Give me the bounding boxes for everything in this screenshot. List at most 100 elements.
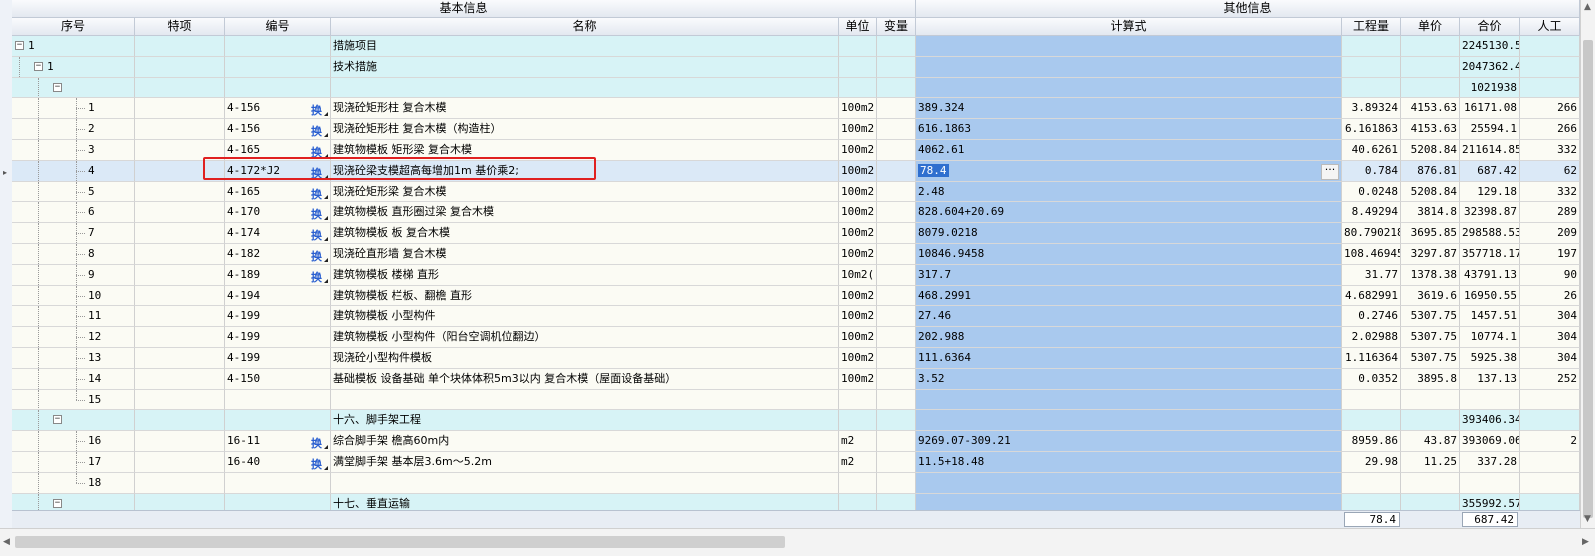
cell-var[interactable] (877, 493, 916, 510)
cell-code[interactable]: 4-182 换 (225, 244, 331, 265)
cell-qty[interactable]: 0.0248 (1342, 181, 1401, 203)
cell-qty[interactable]: 31.77 (1342, 264, 1401, 286)
cell-labor[interactable]: 304 (1520, 348, 1580, 369)
scroll-left-icon[interactable]: ◀ (3, 537, 10, 547)
cell-qty[interactable]: 108.469458 (1342, 244, 1401, 265)
table-row[interactable]: 15 (12, 389, 1580, 411)
cell-seq[interactable]: 15 (12, 389, 135, 411)
cell-labor[interactable]: 332 (1520, 140, 1580, 161)
cell-var[interactable] (877, 36, 916, 57)
cell-price[interactable]: 3297.87 (1401, 244, 1460, 265)
cell-seq[interactable]: 1 (12, 98, 135, 120)
group-row[interactable]: −1 技术措施 2047362.4 (12, 56, 1580, 78)
cell-price[interactable]: 3814.8 (1401, 202, 1460, 224)
cell-total[interactable]: 2047362.4 (1460, 56, 1520, 78)
cell-total[interactable] (1460, 472, 1520, 494)
cell-total[interactable]: 357718.17 (1460, 244, 1520, 265)
cell-calc[interactable]: 468.2991 (916, 285, 1342, 307)
cell-unit[interactable]: 100m2 (839, 181, 877, 203)
cell-price[interactable]: 3895.8 (1401, 368, 1460, 390)
cell-qty[interactable]: 0.2746 (1342, 306, 1401, 328)
cell-var[interactable] (877, 368, 916, 390)
cell-name[interactable]: 建筑物模板 矩形梁 复合木模 (331, 140, 839, 161)
cell-code[interactable]: 4-199 (225, 327, 331, 348)
cell-special[interactable] (135, 348, 225, 369)
cell-price[interactable] (1401, 472, 1460, 494)
swap-icon[interactable]: 换 (311, 185, 322, 202)
cell-labor[interactable] (1520, 77, 1580, 99)
cell-calc[interactable]: 3.52 (916, 368, 1342, 390)
table-row[interactable]: 8 4-182 换现浇砼直形墙 复合木模 100m2 10846.9458 108.469… (12, 244, 1580, 265)
column-header-var[interactable]: 变量 (877, 18, 916, 36)
cell-labor[interactable]: 266 (1520, 119, 1580, 140)
cell-qty[interactable] (1342, 472, 1401, 494)
column-header-price[interactable]: 单价 (1401, 18, 1460, 36)
cell-unit[interactable] (839, 77, 877, 99)
cell-labor[interactable]: 26 (1520, 285, 1580, 307)
cell-seq[interactable]: 3 (12, 140, 135, 161)
cell-name[interactable]: 现浇砼矩形梁 复合木模 (331, 181, 839, 203)
cell-special[interactable] (135, 77, 225, 99)
cell-qty[interactable]: 8959.86 (1342, 431, 1401, 452)
table-row[interactable]: 16 16-11 换综合脚手架 檐高60m内 m2 9269.07-309.21 8959… (12, 431, 1580, 452)
column-header-total[interactable]: 合价 (1460, 18, 1520, 36)
scroll-down-icon[interactable]: ▼ (1584, 514, 1591, 524)
cell-total[interactable]: 137.13 (1460, 368, 1520, 390)
cell-special[interactable] (135, 306, 225, 328)
cell-unit[interactable] (839, 472, 877, 494)
cell-calc[interactable]: 27.46 (916, 306, 1342, 328)
column-header-calc[interactable]: 计算式 (916, 18, 1342, 36)
swap-icon[interactable]: 换 (311, 247, 322, 264)
cell-special[interactable] (135, 285, 225, 307)
cell-qty[interactable]: 6.161863 (1342, 119, 1401, 140)
cell-unit[interactable]: 100m2 (839, 223, 877, 244)
cell-labor[interactable]: 197 (1520, 244, 1580, 265)
swap-icon[interactable]: 换 (311, 434, 322, 451)
cell-qty[interactable]: 29.98 (1342, 452, 1401, 473)
cell-var[interactable] (877, 348, 916, 369)
cell-seq[interactable]: −1 (12, 56, 135, 78)
cell-code[interactable]: 16-40 换 (225, 452, 331, 473)
cell-seq[interactable]: 2 (12, 119, 135, 140)
cell-name[interactable] (331, 77, 839, 99)
cell-special[interactable] (135, 56, 225, 78)
cell-price[interactable]: 5307.75 (1401, 348, 1460, 369)
cell-code[interactable]: 4-189 换 (225, 264, 331, 286)
cell-seq[interactable]: 17 (12, 452, 135, 473)
cell-name[interactable]: 现浇砼矩形柱 复合木模 (331, 98, 839, 120)
cell-qty[interactable]: 4.682991 (1342, 285, 1401, 307)
cell-code[interactable] (225, 493, 331, 510)
cell-name[interactable]: 现浇砼梁支模超高每增加1m 基价乘2; (331, 160, 839, 182)
cell-seq[interactable]: 11 (12, 306, 135, 328)
cell-qty[interactable] (1342, 77, 1401, 99)
horizontal-scrollbar[interactable]: ◀ ▶ (0, 528, 1595, 556)
column-header-seq[interactable]: 序号 (12, 18, 135, 36)
cell-seq[interactable]: 10 (12, 285, 135, 307)
cell-qty[interactable] (1342, 56, 1401, 78)
cell-labor[interactable] (1520, 36, 1580, 57)
cell-price[interactable]: 5307.75 (1401, 327, 1460, 348)
cell-total[interactable]: 393069.06 (1460, 431, 1520, 452)
cell-price[interactable]: 5208.84 (1401, 181, 1460, 203)
cell-labor[interactable]: 62 (1520, 160, 1580, 182)
cell-price[interactable]: 4153.63 (1401, 119, 1460, 140)
table-row[interactable]: 10 4-194 建筑物模板 栏板、翻檐 直形 100m2 468.2991 4.6829… (12, 285, 1580, 307)
cell-seq[interactable]: −1 (12, 36, 135, 57)
cell-name[interactable]: 现浇砼小型构件模板 (331, 348, 839, 369)
cell-seq[interactable]: 14 (12, 368, 135, 390)
cell-calc[interactable]: 317.7 (916, 264, 1342, 286)
cell-unit[interactable]: 100m2 (839, 244, 877, 265)
data-grid[interactable]: 基本信息 其他信息 序号 特项 编号 名称 单位 变量 计算式 工程量 单价 合价 人工 −1 措施项目 22… (12, 0, 1580, 510)
cell-special[interactable] (135, 98, 225, 120)
cell-unit[interactable]: 100m2 (839, 202, 877, 224)
cell-code[interactable] (225, 410, 331, 432)
table-row[interactable]: 13 4-199 现浇砼小型构件模板 100m2 111.6364 1.116364 530… (12, 348, 1580, 369)
cell-code[interactable]: 4-199 (225, 306, 331, 328)
cell-seq[interactable]: − (12, 493, 135, 510)
cell-calc[interactable]: 10846.9458 (916, 244, 1342, 265)
swap-icon[interactable]: 换 (311, 143, 322, 160)
cell-unit[interactable]: 100m2 (839, 327, 877, 348)
cell-calc[interactable]: 616.1863 (916, 119, 1342, 140)
cell-unit[interactable]: 100m2 (839, 368, 877, 390)
cell-total[interactable]: 43791.13 (1460, 264, 1520, 286)
